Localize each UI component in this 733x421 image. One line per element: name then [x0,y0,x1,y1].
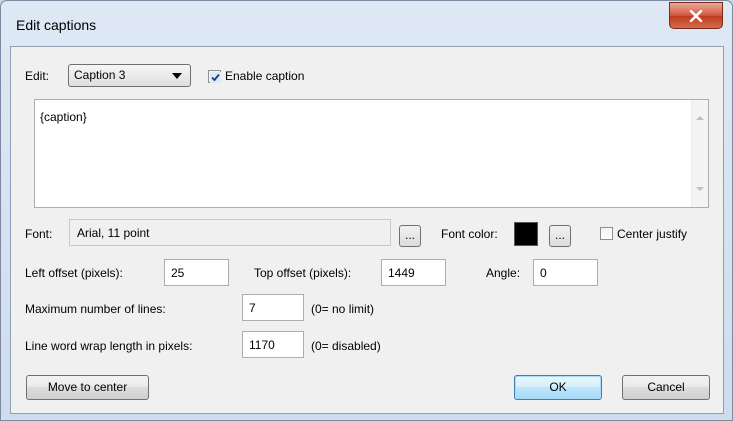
top-offset-value: 1449 [388,266,415,280]
font-value: Arial, 11 point [77,226,150,240]
edit-captions-dialog: Edit captions Edit: Caption 3 Enable cap… [0,0,733,421]
caption-select-value: Caption 3 [74,68,126,82]
dialog-title: Edit captions [16,17,97,33]
caption-text-area[interactable]: {caption} [34,99,709,208]
edit-label: Edit: [25,69,50,83]
font-label: Font: [25,227,53,241]
font-color-swatch[interactable] [514,222,538,246]
wrap-length-label: Line word wrap length in pixels: [25,339,193,353]
cancel-button[interactable]: Cancel [622,375,710,400]
font-color-label: Font color: [441,227,498,241]
wrap-length-hint: (0= disabled) [311,339,381,353]
max-lines-value: 7 [249,301,256,315]
max-lines-label: Maximum number of lines: [25,302,166,316]
max-lines-input[interactable]: 7 [242,294,304,321]
close-button[interactable] [669,2,723,29]
chevron-down-icon [172,73,182,79]
scroll-up-icon[interactable] [696,116,704,120]
vertical-scrollbar[interactable] [691,100,708,207]
left-offset-input[interactable]: 25 [164,259,229,286]
close-icon [689,9,703,22]
wrap-length-value: 1170 [249,338,275,352]
enable-caption-label[interactable]: Enable caption [225,69,304,83]
dialog-content: Edit: Caption 3 Enable caption {caption}… [10,46,724,414]
scroll-down-icon[interactable] [696,187,704,191]
center-justify-checkbox[interactable] [600,227,613,240]
angle-input[interactable]: 0 [533,259,598,286]
angle-value: 0 [540,266,547,280]
ok-button[interactable]: OK [514,375,602,400]
wrap-length-input[interactable]: 1170 [242,331,304,358]
top-offset-input[interactable]: 1449 [381,259,446,286]
title-bar[interactable]: Edit captions [1,1,732,45]
font-field: Arial, 11 point [69,219,391,246]
move-to-center-button[interactable]: Move to center [26,375,149,400]
left-offset-label: Left offset (pixels): [25,266,123,280]
caption-text: {caption} [40,110,87,124]
font-color-browse-button[interactable]: ... [549,225,571,247]
angle-label: Angle: [486,266,521,280]
caption-select[interactable]: Caption 3 [68,64,191,87]
top-offset-label: Top offset (pixels): [254,266,352,280]
max-lines-hint: (0= no limit) [311,302,375,316]
left-offset-value: 25 [171,266,185,280]
enable-caption-checkbox[interactable] [208,70,221,83]
checkmark-icon [210,72,221,83]
center-justify-label[interactable]: Center justify [617,227,687,241]
font-browse-button[interactable]: ... [399,225,421,247]
